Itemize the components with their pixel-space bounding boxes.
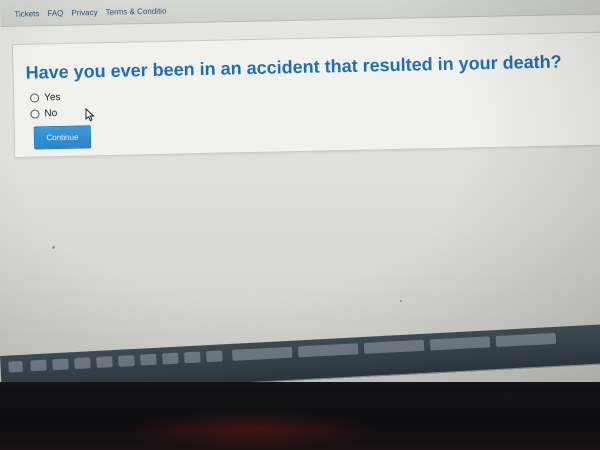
- taskbar-app-icon[interactable]: [96, 356, 113, 368]
- taskbar-window-button[interactable]: [231, 346, 293, 361]
- taskbar-window-button[interactable]: [429, 336, 491, 351]
- radio-yes[interactable]: [30, 93, 40, 103]
- nav-link-terms[interactable]: Terms & Conditio: [105, 7, 166, 17]
- taskbar-window-button[interactable]: [297, 343, 359, 358]
- screen-speck: [400, 300, 402, 302]
- option-yes[interactable]: Yes: [30, 92, 61, 104]
- nav-link-privacy[interactable]: Privacy: [71, 8, 97, 18]
- nav-link-faq[interactable]: FAQ: [47, 9, 63, 18]
- taskbar-app-icon[interactable]: [140, 353, 157, 366]
- option-yes-label: Yes: [44, 91, 61, 104]
- continue-button[interactable]: Continue: [33, 125, 92, 150]
- nav-link-tickets[interactable]: Tickets: [14, 9, 39, 19]
- taskbar-window-button[interactable]: [363, 339, 425, 354]
- question-panel: Have you ever been in an accident that r…: [12, 31, 600, 158]
- taskbar-app-icon[interactable]: [162, 352, 179, 365]
- taskbar-app-icon[interactable]: [118, 354, 135, 367]
- bezel-reflection: [120, 410, 380, 450]
- taskbar-start-icon[interactable]: [8, 360, 23, 373]
- screen-speck: [52, 246, 55, 249]
- taskbar-app-icon[interactable]: [30, 359, 47, 372]
- taskbar-app-icon[interactable]: [52, 358, 69, 371]
- option-no-label: No: [44, 108, 58, 120]
- taskbar-app-icon[interactable]: [184, 351, 201, 364]
- option-no[interactable]: No: [30, 108, 57, 120]
- radio-no[interactable]: [30, 109, 40, 119]
- nav-links: Tickets FAQ Privacy Terms & Conditio: [14, 7, 166, 19]
- question-title: Have you ever been in an accident that r…: [25, 51, 562, 83]
- taskbar-app-icon[interactable]: [74, 357, 91, 370]
- top-navigation-bar: Tickets FAQ Privacy Terms & Conditio: [0, 0, 600, 27]
- taskbar-app-icon[interactable]: [206, 350, 223, 363]
- mouse-pointer-icon: [85, 108, 95, 122]
- taskbar-window-button[interactable]: [495, 332, 557, 348]
